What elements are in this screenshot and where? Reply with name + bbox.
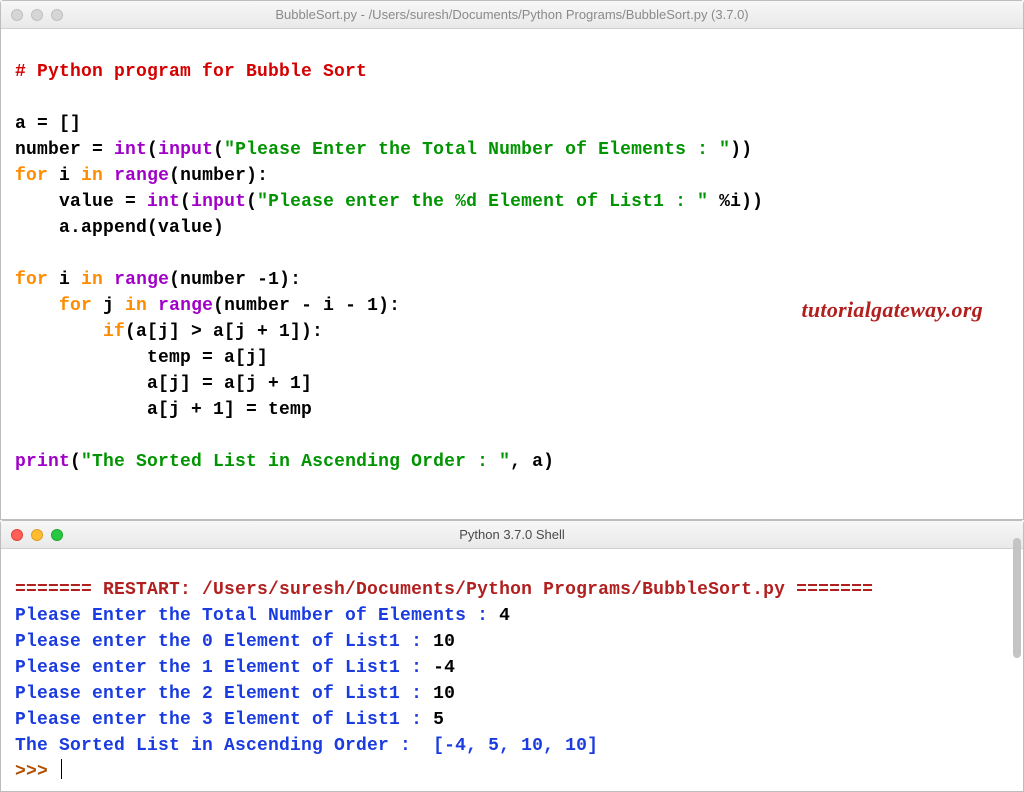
shell-result: The Sorted List in Ascending Order : [-4…: [15, 736, 598, 756]
shell-line: Please enter the 3 Element of List1 : 5: [15, 710, 444, 730]
code-editor[interactable]: # Python program for Bubble Sort a = [] …: [1, 29, 1023, 519]
code-line: for j in range(number - i - 1):: [15, 296, 400, 316]
prompt-icon: >>>: [15, 762, 59, 782]
close-icon[interactable]: [11, 9, 23, 21]
scrollbar[interactable]: [1009, 28, 1023, 778]
code-line: print("The Sorted List in Ascending Orde…: [15, 452, 554, 472]
scrollbar-thumb[interactable]: [1013, 538, 1021, 658]
restart-banner: ======= RESTART: /Users/suresh/Documents…: [15, 580, 873, 600]
minimize-icon[interactable]: [31, 9, 43, 21]
text-cursor-icon: [61, 759, 62, 779]
maximize-icon[interactable]: [51, 9, 63, 21]
code-comment: # Python program for Bubble Sort: [15, 62, 367, 82]
editor-window: BubbleSort.py - /Users/suresh/Documents/…: [0, 0, 1024, 520]
code-line: if(a[j] > a[j + 1]):: [15, 322, 323, 342]
code-line: number = int(input("Please Enter the Tot…: [15, 140, 752, 160]
shell-prompt-line[interactable]: >>>: [15, 762, 62, 782]
watermark-text: tutorialgateway.org: [801, 297, 983, 323]
close-icon[interactable]: [11, 529, 23, 541]
shell-line: Please enter the 0 Element of List1 : 10: [15, 632, 455, 652]
shell-titlebar[interactable]: Python 3.7.0 Shell: [1, 521, 1023, 549]
code-line: for i in range(number -1):: [15, 270, 301, 290]
code-line: temp = a[j]: [15, 348, 268, 368]
code-line: a[j + 1] = temp: [15, 400, 312, 420]
code-line: for i in range(number):: [15, 166, 268, 186]
shell-line: Please enter the 1 Element of List1 : -4: [15, 658, 455, 678]
shell-output[interactable]: ======= RESTART: /Users/suresh/Documents…: [1, 549, 1023, 791]
code-line: a[j] = a[j + 1]: [15, 374, 312, 394]
editor-title: BubbleSort.py - /Users/suresh/Documents/…: [1, 7, 1023, 22]
shell-line: Please enter the 2 Element of List1 : 10: [15, 684, 455, 704]
traffic-lights: [11, 9, 63, 21]
shell-title: Python 3.7.0 Shell: [1, 527, 1023, 542]
code-line: a.append(value): [15, 218, 224, 238]
traffic-lights: [11, 529, 63, 541]
shell-line: Please Enter the Total Number of Element…: [15, 606, 510, 626]
minimize-icon[interactable]: [31, 529, 43, 541]
code-line: a = []: [15, 114, 81, 134]
code-line: value = int(input("Please enter the %d E…: [15, 192, 763, 212]
editor-titlebar[interactable]: BubbleSort.py - /Users/suresh/Documents/…: [1, 1, 1023, 29]
maximize-icon[interactable]: [51, 529, 63, 541]
shell-window: Python 3.7.0 Shell ======= RESTART: /Use…: [0, 520, 1024, 792]
